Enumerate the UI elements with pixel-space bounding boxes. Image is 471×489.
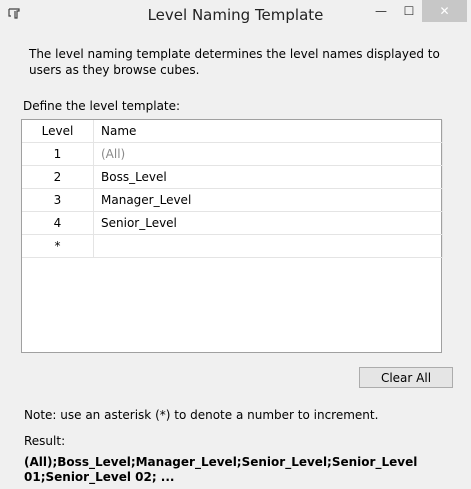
result-value: (All);Boss_Level;Manager_Level;Senior_Le… <box>24 455 418 484</box>
level-cell[interactable]: 3 <box>22 188 94 212</box>
clear-all-button[interactable]: Clear All <box>359 367 453 388</box>
level-cell[interactable]: 2 <box>22 165 94 189</box>
table-row[interactable]: 3 Manager_Level <box>22 188 443 212</box>
level-cell[interactable]: 1 <box>22 142 94 166</box>
name-cell[interactable]: Senior_Level <box>93 211 443 235</box>
minimize-icon: — <box>375 4 387 18</box>
define-template-label: Define the level template: <box>23 99 181 113</box>
name-cell[interactable]: (All) <box>93 142 443 166</box>
maximize-button[interactable]: ☐ <box>395 0 423 22</box>
intro-text: The level naming template determines the… <box>29 47 440 77</box>
close-button[interactable]: ✕ <box>422 0 467 22</box>
grid-header-row: Level Name <box>22 120 443 143</box>
level-cell[interactable]: * <box>22 234 94 258</box>
title-bar: Level Naming Template — ☐ ✕ <box>0 0 471 30</box>
column-header-name[interactable]: Name <box>93 120 443 143</box>
note-text: Note: use an asterisk (*) to denote a nu… <box>24 408 379 422</box>
level-cell[interactable]: 4 <box>22 211 94 235</box>
name-cell[interactable] <box>93 234 443 258</box>
new-row[interactable]: * <box>22 234 443 258</box>
table-row[interactable]: 4 Senior_Level <box>22 211 443 235</box>
table-row[interactable]: 2 Boss_Level <box>22 165 443 189</box>
minimize-button[interactable]: — <box>367 0 395 22</box>
table-row[interactable]: 1 (All) <box>22 142 443 166</box>
result-label: Result: <box>24 434 66 448</box>
level-template-table: Level Name 1 (All) 2 Boss_Level 3 Manage… <box>22 120 443 258</box>
name-cell[interactable]: Manager_Level <box>93 188 443 212</box>
close-icon: ✕ <box>439 4 450 18</box>
maximize-icon: ☐ <box>403 4 415 18</box>
name-cell[interactable]: Boss_Level <box>93 165 443 189</box>
level-template-grid[interactable]: Level Name 1 (All) 2 Boss_Level 3 Manage… <box>21 119 443 353</box>
column-header-level[interactable]: Level <box>22 120 94 143</box>
